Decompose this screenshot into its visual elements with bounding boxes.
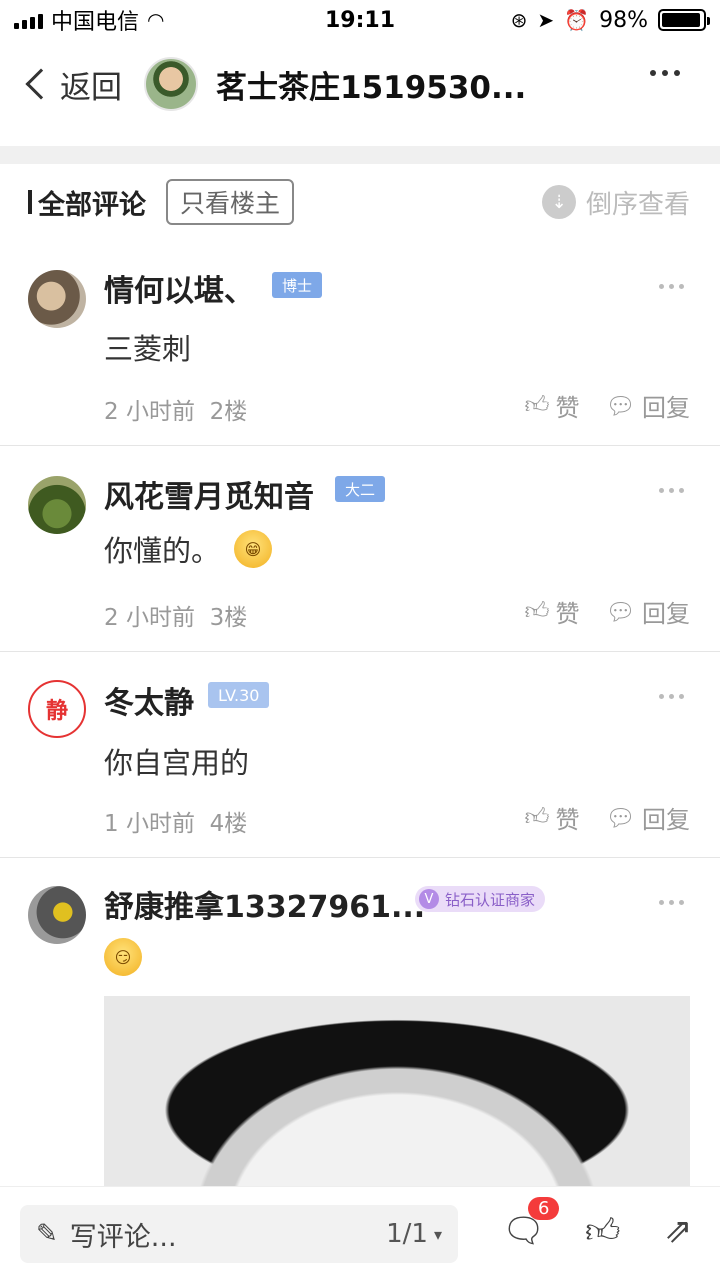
comment-text: 你自宫用的 xyxy=(104,746,250,780)
comment-author[interactable]: 冬太静 xyxy=(104,678,194,722)
chat-bubble-icon: 💬︎ xyxy=(605,597,636,626)
share-icon[interactable]: ⇗ xyxy=(664,1211,693,1251)
merchant-badge: V 钻石认证商家 xyxy=(415,886,546,912)
thumbs-up-icon: 👍︎ xyxy=(524,803,550,831)
avatar[interactable] xyxy=(28,476,86,534)
only-host-button[interactable]: 只看楼主 xyxy=(166,179,295,225)
reverse-order-label: 倒序查看 xyxy=(585,189,690,220)
comment-author[interactable]: 情何以堪、 xyxy=(104,266,254,310)
alarm-icon: ⏰ xyxy=(564,8,590,32)
reply-button[interactable]: 💬︎ 回复 xyxy=(606,388,690,423)
battery-icon xyxy=(658,9,710,31)
comment-more-icon[interactable] xyxy=(659,694,684,699)
level-badge: LV.30 xyxy=(208,682,270,708)
comment-text: 😏 xyxy=(104,938,142,976)
signal-icon xyxy=(14,11,43,29)
write-comment-input[interactable]: ✎ 写评论... 1/1 ▾ xyxy=(20,1205,458,1263)
all-comments-label: 全部评论 xyxy=(28,183,146,222)
chat-bubble-icon: 💬︎ xyxy=(605,803,636,832)
location-icon: ➤ xyxy=(537,8,555,32)
navigation-bar: 返回 茗士茶庄1519530... xyxy=(0,44,720,124)
comment-text: 你懂的。 😁 xyxy=(104,528,273,570)
reply-button[interactable]: 💬︎ 回复 xyxy=(606,594,690,629)
comment-image[interactable] xyxy=(104,996,690,1186)
avatar[interactable] xyxy=(28,270,86,328)
status-bar: 中国电信 ◠ 19:11 ⊛ ➤ ⏰ 98% xyxy=(0,0,720,40)
avatar[interactable] xyxy=(28,886,86,944)
grin-emoji-icon: 😁 xyxy=(234,530,273,568)
level-badge: 博士 xyxy=(272,272,323,298)
comment-item: 情何以堪、 博士 三菱刺 2 小时前 2楼 👍︎ 赞 💬︎ 回复 xyxy=(0,240,720,446)
comment-item: 风花雪月觅知音 大二 你懂的。 😁 2 小时前 3楼 👍︎ 赞 💬︎ 回复 xyxy=(0,446,720,652)
page-selector[interactable]: 1/1 ▾ xyxy=(386,1219,442,1249)
bottom-toolbar: ✎ 写评论... 1/1 ▾ 🗨︎ 6 👍︎ ⇗ xyxy=(0,1186,720,1280)
comment-item: 静 冬太静 LV.30 你自宫用的 1 小时前 4楼 👍︎ 赞 💬︎ 回复 xyxy=(0,652,720,858)
comment-author[interactable]: 舒康推拿13327961... xyxy=(104,882,425,926)
reverse-order-button[interactable]: ⇣ 倒序查看 xyxy=(541,184,690,221)
avatar[interactable] xyxy=(144,57,198,111)
verified-v-icon: V xyxy=(419,889,439,909)
write-comment-placeholder: 写评论... xyxy=(69,1221,177,1253)
level-badge: 大二 xyxy=(335,476,386,502)
comment-count-badge: 6 xyxy=(528,1197,560,1220)
like-button[interactable]: 👍︎ 赞 xyxy=(524,594,579,629)
like-button[interactable]: 👍︎ 赞 xyxy=(524,800,579,835)
rotation-lock-icon: ⊛ xyxy=(510,8,528,32)
smirk-emoji-icon: 😏 xyxy=(104,938,142,976)
pencil-icon: ✎ xyxy=(36,1219,58,1249)
comment-meta: 1 小时前 4楼 xyxy=(104,811,248,837)
comment-filter-bar: 全部评论 只看楼主 ⇣ 倒序查看 xyxy=(0,164,720,240)
comment-more-icon[interactable] xyxy=(659,284,684,289)
thumbs-up-icon: 👍︎ xyxy=(524,597,550,625)
page-title: 茗士茶庄1519530... xyxy=(216,69,527,106)
caret-down-icon: ▾ xyxy=(433,1224,442,1244)
comment-more-icon[interactable] xyxy=(659,488,684,493)
section-divider xyxy=(0,146,720,164)
chevron-left-icon xyxy=(25,68,57,100)
carrier-label: 中国电信 xyxy=(51,10,140,35)
reply-button[interactable]: 💬︎ 回复 xyxy=(606,800,690,835)
avatar[interactable]: 静 xyxy=(28,680,86,738)
back-label: 返回 xyxy=(60,69,122,106)
comment-more-icon[interactable] xyxy=(659,900,684,905)
sort-icon: ⇣ xyxy=(541,185,576,219)
thumbs-up-icon: 👍︎ xyxy=(524,391,550,419)
more-icon[interactable] xyxy=(650,70,680,76)
wifi-icon: ◠ xyxy=(147,8,165,32)
comment-meta: 2 小时前 2楼 xyxy=(104,399,248,425)
like-button[interactable]: 👍︎ 赞 xyxy=(524,388,579,423)
comment-text: 三菱刺 xyxy=(104,332,192,366)
comment-meta: 2 小时前 3楼 xyxy=(104,605,248,631)
thumbs-up-icon[interactable]: 👍︎ xyxy=(585,1211,621,1252)
battery-percent: 98% xyxy=(599,7,648,33)
chat-bubble-icon: 💬︎ xyxy=(605,391,636,420)
back-button[interactable]: 返回 xyxy=(24,62,122,107)
comment-author[interactable]: 风花雪月觅知音 xyxy=(104,472,314,516)
